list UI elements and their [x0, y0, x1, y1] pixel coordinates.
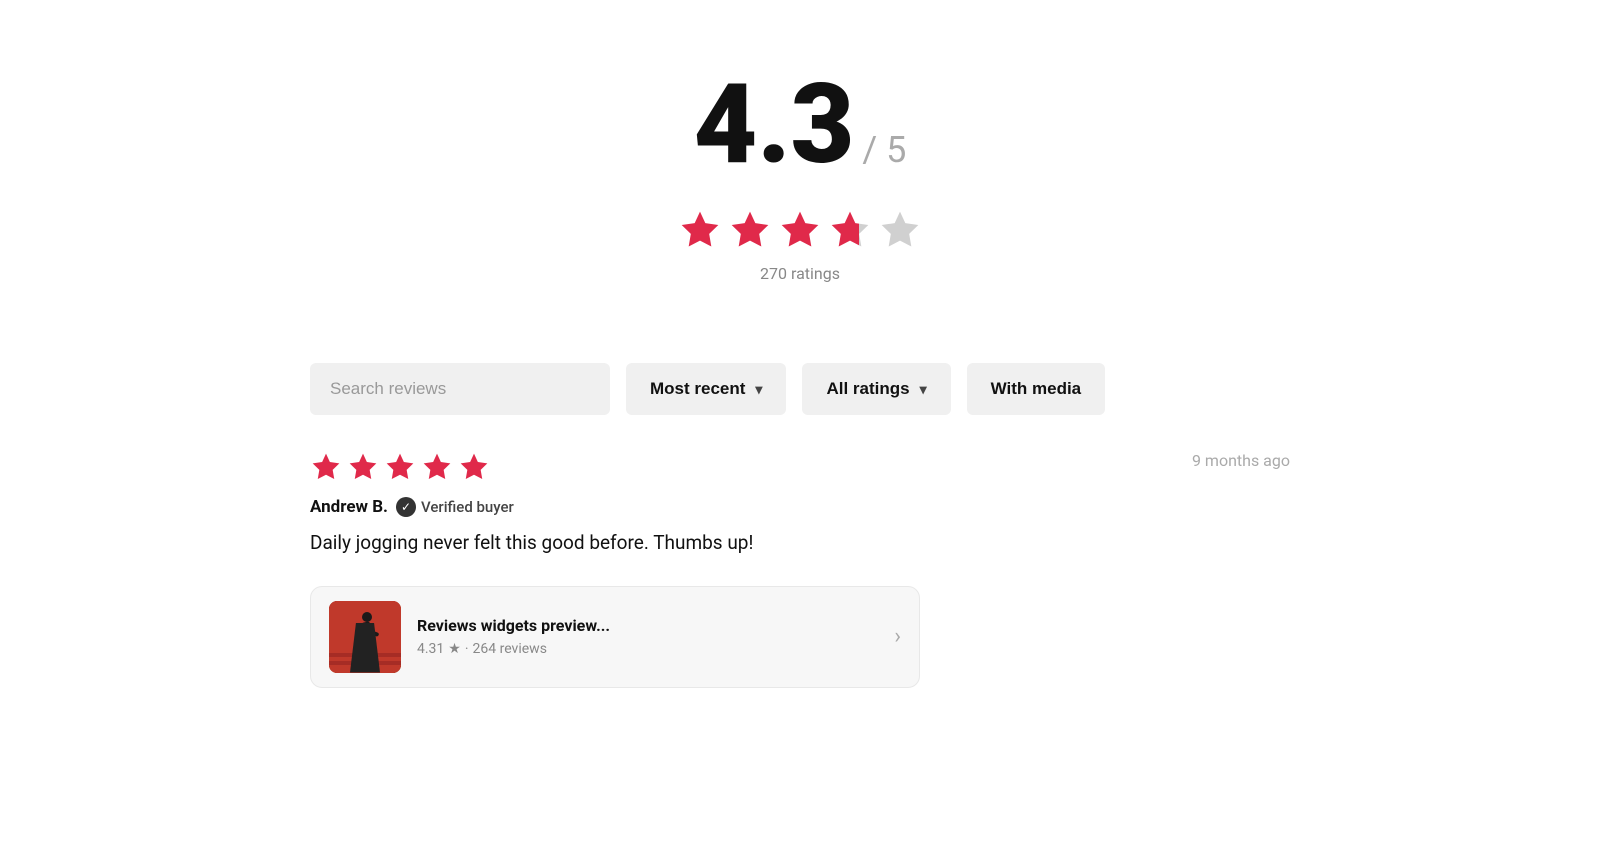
star-5 — [878, 208, 922, 252]
verified-label: Verified buyer — [421, 498, 514, 516]
big-rating: 4.3 / 5 — [310, 70, 1290, 180]
rating-summary: 4.3 / 5 — [310, 40, 1290, 323]
sort-button[interactable]: Most recent ▾ — [626, 363, 786, 415]
review-header: 9 months ago — [310, 451, 1290, 483]
preview-title: Reviews widgets preview... — [417, 616, 878, 635]
rating-stars-row — [310, 208, 1290, 252]
review-star-3 — [384, 451, 416, 483]
review-text: Daily jogging never felt this good befor… — [310, 529, 1290, 558]
review-stars — [310, 451, 490, 483]
preview-chevron-icon: › — [894, 624, 901, 649]
review-time: 9 months ago — [1192, 451, 1290, 470]
preview-card[interactable]: Reviews widgets preview... 4.31 ★ · 264 … — [310, 586, 920, 688]
verified-icon: ✓ — [396, 497, 416, 517]
review-star-4 — [421, 451, 453, 483]
review-item: 9 months ago Andrew B. ✓ Verified buyer … — [310, 451, 1290, 688]
with-media-button[interactable]: With media — [967, 363, 1106, 415]
filter-bar: Most recent ▾ All ratings ▾ With media — [310, 363, 1290, 415]
main-container: 4.3 / 5 — [250, 0, 1350, 728]
search-input[interactable] — [310, 363, 610, 415]
star-2 — [728, 208, 772, 252]
star-1 — [678, 208, 722, 252]
rating-label: All ratings — [826, 379, 909, 399]
with-media-label: With media — [991, 379, 1082, 398]
reviewer-author: Andrew B. — [310, 497, 388, 517]
rating-out-of: / 5 — [862, 129, 906, 171]
verified-badge: ✓ Verified buyer — [396, 497, 514, 517]
review-star-1 — [310, 451, 342, 483]
preview-star-icon: ★ — [448, 641, 461, 657]
sort-label: Most recent — [650, 379, 745, 399]
preview-info: Reviews widgets preview... 4.31 ★ · 264 … — [417, 616, 878, 657]
rating-filter-button[interactable]: All ratings ▾ — [802, 363, 950, 415]
review-star-5 — [458, 451, 490, 483]
preview-reviews-count: 264 reviews — [473, 641, 547, 657]
rating-chevron-icon: ▾ — [920, 381, 927, 398]
star-4 — [828, 208, 872, 252]
reviewer-name: Andrew B. ✓ Verified buyer — [310, 497, 1290, 517]
preview-rating: 4.31 — [417, 641, 444, 657]
review-star-2 — [347, 451, 379, 483]
ratings-count: 270 ratings — [310, 264, 1290, 283]
rating-score: 4.3 — [694, 70, 855, 180]
sort-chevron-icon: ▾ — [755, 381, 762, 398]
preview-meta: 4.31 ★ · 264 reviews — [417, 641, 878, 657]
star-3 — [778, 208, 822, 252]
preview-thumbnail — [329, 601, 401, 673]
runner-image — [329, 601, 401, 673]
preview-separator: · — [465, 641, 469, 657]
